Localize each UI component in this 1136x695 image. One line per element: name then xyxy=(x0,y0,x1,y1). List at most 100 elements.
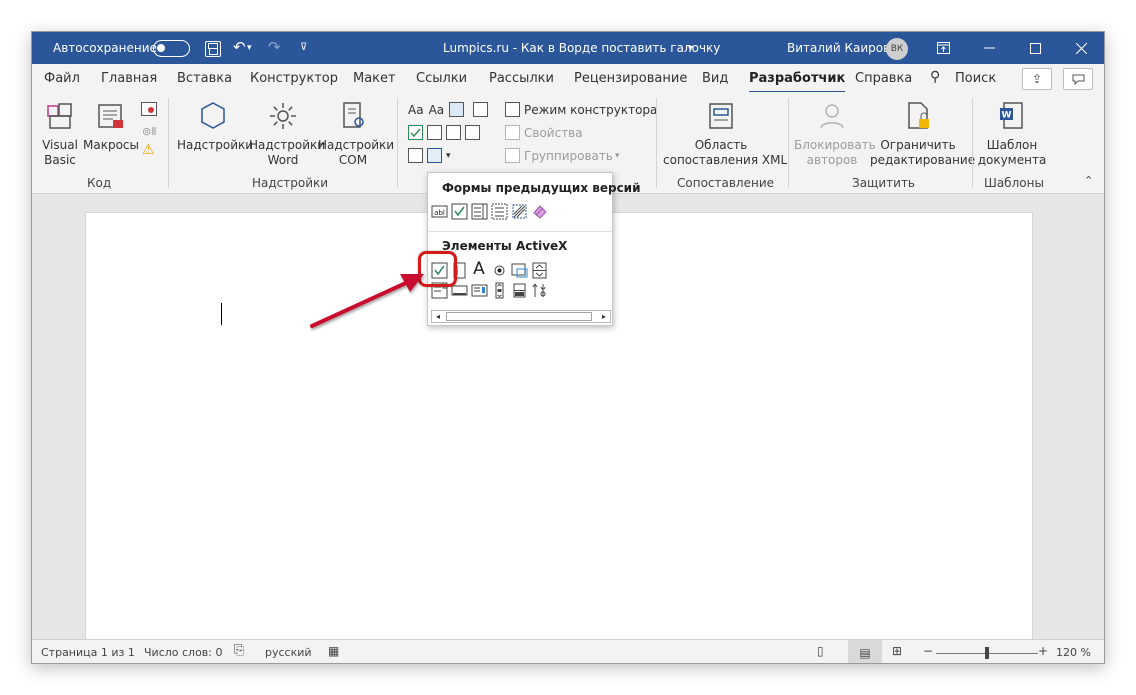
word-template-icon: W xyxy=(996,100,1028,132)
search-icon[interactable]: ⚲ xyxy=(930,69,940,85)
macro-security-icon[interactable]: ⚠ xyxy=(142,142,155,158)
checkbox-control-icon[interactable] xyxy=(408,125,423,140)
tab-search[interactable]: Поиск xyxy=(955,71,996,86)
undo-icon[interactable]: ↶ xyxy=(233,38,246,56)
tab-home[interactable]: Главная xyxy=(101,71,157,86)
web-layout-icon[interactable]: ⊞ xyxy=(892,644,902,658)
addins-button[interactable]: Надстройки xyxy=(177,100,253,153)
legacy-tools-icon[interactable] xyxy=(427,148,442,163)
document-template-button[interactable]: W Шаблон документа xyxy=(977,100,1047,168)
properties-button: Свойства xyxy=(505,125,583,140)
zoom-in-button[interactable]: + xyxy=(1038,644,1048,658)
activex-listbox-icon[interactable] xyxy=(470,281,488,299)
tab-developer[interactable]: Разработчик xyxy=(749,71,846,94)
collapse-ribbon-icon[interactable]: ⌃ xyxy=(1084,174,1093,187)
text-cursor xyxy=(221,303,222,325)
record-macro-icon[interactable] xyxy=(141,102,157,116)
activex-radio-icon[interactable] xyxy=(490,261,508,279)
date-picker-control-icon[interactable] xyxy=(465,125,480,140)
dropdown-list-control-icon[interactable] xyxy=(446,125,461,140)
restrict-editing-button[interactable]: Ограничить редактирование xyxy=(870,100,975,168)
zoom-slider-thumb[interactable] xyxy=(985,647,989,659)
tab-mailings[interactable]: Рассылки xyxy=(489,71,554,86)
tab-layout[interactable]: Макет xyxy=(353,71,396,86)
activex-toggle-icon[interactable] xyxy=(510,281,528,299)
tab-help[interactable]: Справка xyxy=(855,71,912,86)
comments-icon[interactable] xyxy=(1063,68,1093,90)
ribbon-display-options-icon[interactable] xyxy=(920,32,966,64)
autosave-toggle[interactable] xyxy=(153,40,190,57)
building-block-control-icon[interactable] xyxy=(473,102,489,117)
legacy-shading-icon[interactable] xyxy=(510,202,528,220)
legacy-textfield-icon[interactable]: abl xyxy=(430,202,448,220)
legacy-forms-heading: Формы предыдущих версий xyxy=(442,181,641,195)
scroll-right-icon[interactable]: ▸ xyxy=(598,311,610,322)
word-count[interactable]: Число слов: 0 xyxy=(144,646,223,659)
content-controls-row-1: Aa Aa xyxy=(408,102,492,117)
design-mode-icon xyxy=(505,102,520,117)
tab-review[interactable]: Рецензирование xyxy=(574,71,687,86)
maximize-button[interactable] xyxy=(1012,32,1058,64)
share-icon[interactable]: ⇪ xyxy=(1022,68,1052,90)
tab-insert[interactable]: Вставка xyxy=(177,71,232,86)
legacy-reset-fields-icon[interactable] xyxy=(530,202,548,220)
proofing-icon[interactable]: ⎘ xyxy=(234,643,244,658)
content-controls-row-3: ▾ xyxy=(408,148,451,163)
activex-image-icon[interactable] xyxy=(510,261,528,279)
block-authors-button: Блокировать авторов xyxy=(794,100,876,168)
language[interactable]: русский xyxy=(265,646,312,659)
title-caret-icon[interactable]: ▾ xyxy=(688,32,693,64)
visual-basic-button[interactable]: Visual Basic xyxy=(38,100,82,168)
legacy-dropdown-icon[interactable] xyxy=(470,202,488,220)
group-label-templates: Шаблоны xyxy=(984,176,1044,190)
user-name[interactable]: Виталий Каиров xyxy=(787,32,890,64)
avatar[interactable]: ВК xyxy=(886,38,908,60)
page-count[interactable]: Страница 1 из 1 xyxy=(41,646,135,659)
picture-control-icon[interactable] xyxy=(449,102,465,117)
group-separator xyxy=(972,98,973,188)
group-separator xyxy=(168,98,169,188)
activex-more-controls-icon[interactable] xyxy=(530,281,548,299)
minimize-button[interactable] xyxy=(966,32,1012,64)
macros-label: Макросы xyxy=(83,138,139,152)
combobox-control-icon[interactable] xyxy=(427,125,442,140)
visual-basic-icon xyxy=(44,100,76,132)
read-mode-icon[interactable]: ▯ xyxy=(817,644,824,658)
svg-text:W: W xyxy=(1002,111,1012,121)
activex-spinbutton-icon[interactable] xyxy=(530,261,548,279)
addins-hexagon-icon xyxy=(197,100,229,132)
design-mode-button[interactable]: Режим конструктора xyxy=(505,102,657,117)
legacy-tools-dropdown-icon[interactable]: ▾ xyxy=(446,151,451,161)
macro-recording-icon[interactable]: ▦ xyxy=(328,644,339,658)
zoom-level[interactable]: 120 % xyxy=(1056,646,1091,659)
legacy-frame-icon[interactable] xyxy=(490,202,508,220)
repeating-section-control-icon[interactable] xyxy=(408,148,423,163)
group-label-protect: Защитить xyxy=(852,176,915,190)
close-button[interactable] xyxy=(1058,32,1104,64)
activex-label-icon[interactable]: A xyxy=(470,259,488,279)
rich-text-control-button[interactable]: Aa xyxy=(408,103,424,117)
tab-references[interactable]: Ссылки xyxy=(416,71,467,86)
activex-scrollbar-icon[interactable] xyxy=(490,281,508,299)
properties-label: Свойства xyxy=(524,125,583,140)
com-addins-button[interactable]: Надстройки COM xyxy=(318,100,394,168)
scroll-thumb[interactable] xyxy=(446,312,592,321)
tab-view[interactable]: Вид xyxy=(702,71,728,86)
document-title: Lumpics.ru - Как в Ворде поставить галоч… xyxy=(443,41,721,55)
dropdown-scrollbar[interactable]: ◂ ▸ xyxy=(431,310,611,323)
undo-dropdown-icon[interactable]: ▾ xyxy=(247,43,252,53)
scroll-left-icon[interactable]: ◂ xyxy=(432,311,444,322)
legacy-checkbox-icon[interactable] xyxy=(450,202,468,220)
customize-qat-icon[interactable]: ⊽ xyxy=(300,42,307,53)
zoom-out-button[interactable]: − xyxy=(923,644,933,658)
print-layout-icon[interactable]: ▤ xyxy=(848,640,882,663)
tab-file[interactable]: Файл xyxy=(44,71,80,86)
plain-text-control-button[interactable]: Aa xyxy=(429,103,445,117)
macros-button[interactable]: Макросы xyxy=(82,100,140,153)
word-addins-button[interactable]: Надстройки Word xyxy=(249,100,325,168)
xml-mapping-label: Область сопоставления XML xyxy=(663,138,788,167)
save-icon[interactable] xyxy=(205,41,221,57)
xml-mapping-pane-button[interactable]: Область сопоставления XML xyxy=(663,100,787,168)
tab-design[interactable]: Конструктор xyxy=(250,71,338,86)
gear-icon xyxy=(267,100,299,132)
